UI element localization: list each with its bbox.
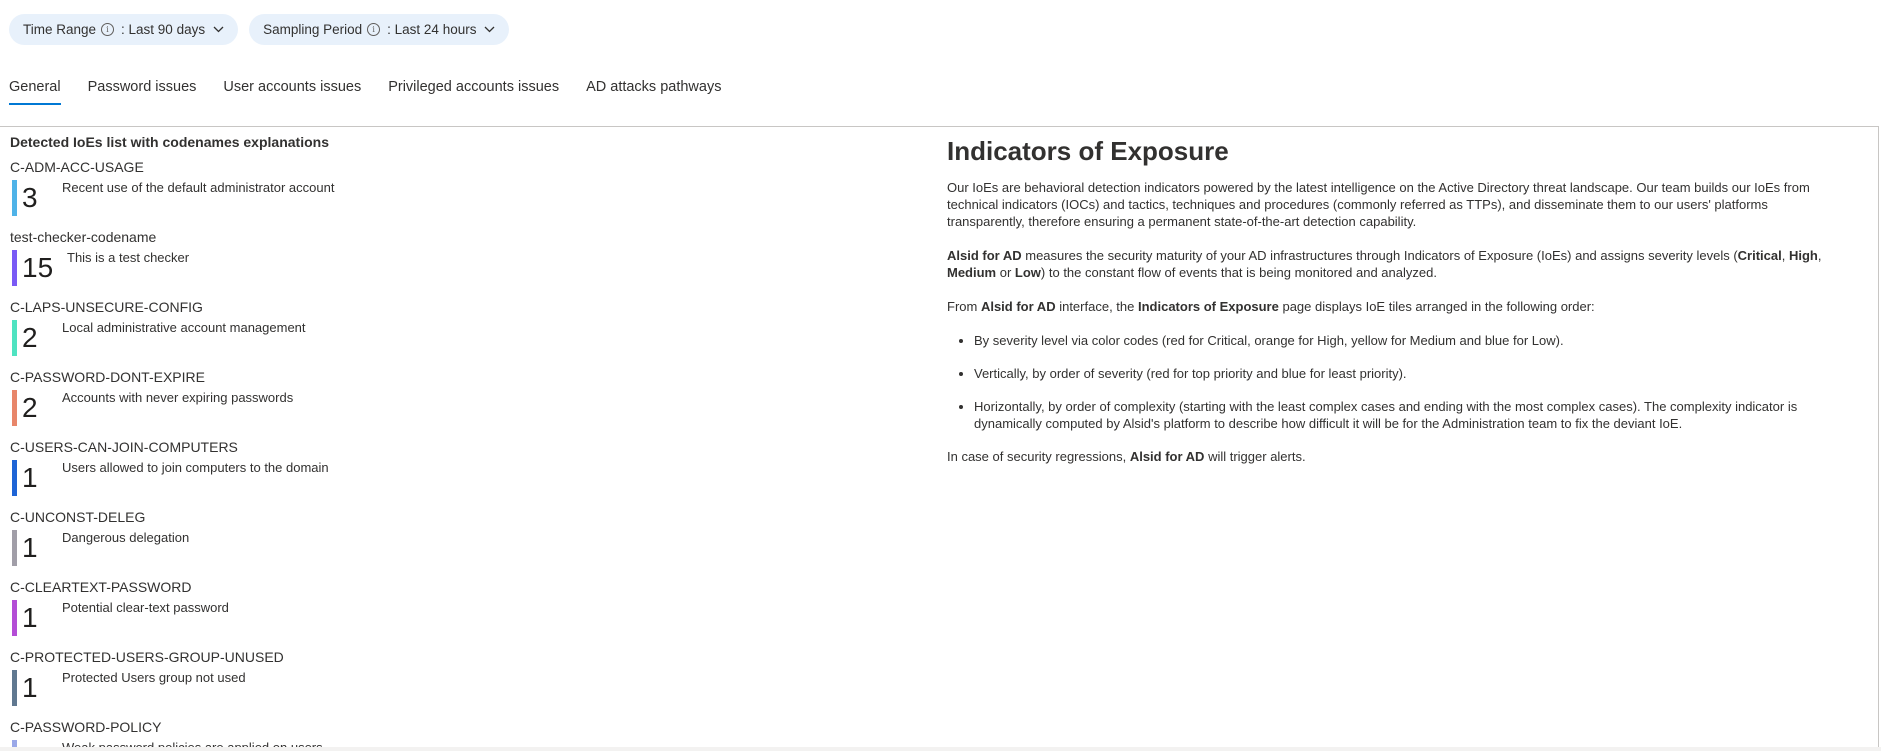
ioe-info: Indicators of Exposure Our IoEs are beha… [947,127,1847,482]
ioe-codename: C-PASSWORD-POLICY [10,719,162,735]
tab-password-issues[interactable]: Password issues [88,77,197,105]
ioe-codename: C-ADM-ACC-USAGE [10,159,144,175]
info-paragraph-1: Our IoEs are behavioral detection indica… [947,180,1810,229]
ioe-count: 15 [22,252,54,283]
ioe-count: 3 [22,182,38,213]
ioe-description: Users allowed to join computers to the d… [62,460,329,475]
severity-low: Low [1014,265,1041,280]
content-panel: Detected IoEs list with codenames explan… [0,126,1879,751]
ioe-codename: C-UNCONST-DELEG [10,509,146,525]
sampling-period-filter[interactable]: Sampling Period i : Last 24 hours [249,14,510,45]
tab-privileged-accounts-issues[interactable]: Privileged accounts issues [388,77,559,105]
ioe-item[interactable]: C-USERS-CAN-JOIN-COMPUTERS 1 Users allowed… [10,436,910,506]
bottom-scroll-track [0,747,1881,751]
ioe-count: 1 [22,672,38,703]
severity-color-bar [12,320,17,356]
sampling-period-value: : Last 24 hours [387,22,477,37]
severity-high: High [1788,248,1818,263]
ioe-item[interactable]: C-LAPS-UNSECURE-CONFIG 2 Local administrat… [10,296,910,366]
severity-color-bar [12,390,17,426]
ioe-item[interactable]: test-checker-codename 15 This is a test ch… [10,226,910,296]
ioe-item[interactable]: C-PASSWORD-DONT-EXPIRE 2 Accounts with nev… [10,366,910,436]
ioe-description: This is a test checker [67,250,190,265]
ioe-description: Accounts with never expiring passwords [62,390,294,405]
sampling-period-label: Sampling Period [263,22,363,37]
ioe-item[interactable]: C-PASSWORD-POLICY7Weak password policies… [10,716,910,751]
product-name: Alsid for AD [947,248,1022,263]
ioe-description: Dangerous delegation [62,530,190,545]
severity-color-bar [12,530,17,566]
info-bullet-list: By severity level via color codes (red f… [947,332,1847,432]
time-range-filter[interactable]: Time Range i : Last 90 days [9,14,239,45]
severity-color-bar [12,600,17,636]
bullet-item: Horizontally, by order of complexity (st… [974,398,1847,432]
ioe-codename: C-PASSWORD-DONT-EXPIRE [10,369,205,385]
ioe-items: C-ADM-ACC-USAGE 3 Recent use of the defaul… [10,156,910,751]
chevron-down-icon [213,26,224,33]
severity-critical: Critical [1737,248,1782,263]
ioe-list: Detected IoEs list with codenames explan… [10,130,910,751]
ioe-codename: C-CLEARTEXT-PASSWORD [10,579,192,595]
ioe-count: 1 [22,602,38,633]
tab-user-accounts-issues[interactable]: User accounts issues [223,77,361,105]
chevron-down-icon [484,26,495,33]
time-range-label: Time Range [23,22,97,37]
ioe-description: Protected Users group not used [62,670,246,685]
ioe-count: 2 [22,322,38,353]
severity-medium: Medium [947,265,997,280]
bullet-item: Vertically, by order of severity (red fo… [974,365,1847,382]
ioe-item[interactable]: C-UNCONST-DELEG 1 Dangerous delegation [10,506,910,576]
ioe-codename: C-USERS-CAN-JOIN-COMPUTERS [10,439,238,455]
ioe-description: Potential clear-text password [62,600,229,615]
info-paragraph-3: From Alsid for AD interface, the Indicat… [947,299,1595,314]
product-name: Alsid for AD [1129,449,1205,464]
ioe-codename: C-PROTECTED-USERS-GROUP-UNUSED [10,649,284,665]
ioe-item[interactable]: C-ADM-ACC-USAGE 3 Recent use of the defaul… [10,156,910,226]
filter-bar: Time Range i : Last 90 days Sampling Per… [9,14,510,45]
ioe-list-heading: Detected IoEs list with codenames explan… [10,134,329,150]
tab-general[interactable]: General [9,77,61,105]
product-name: Alsid for AD [980,299,1056,314]
severity-color-bar [12,460,17,496]
ioe-count: 1 [22,462,38,493]
info-icon: i [367,23,381,36]
time-range-value: : Last 90 days [121,22,206,37]
ioe-count: 2 [22,392,38,423]
tab-bar: General Password issues User accounts is… [9,77,748,105]
info-title: Indicators of Exposure [947,136,1229,166]
bullet-item: By severity level via color codes (red f… [974,332,1847,349]
info-paragraph-2: Alsid for AD measures the security matur… [947,248,1822,280]
tab-ad-attacks-pathways[interactable]: AD attacks pathways [586,77,721,105]
page-name: Indicators of Exposure [1137,299,1279,314]
ioe-codename: test-checker-codename [10,229,157,245]
info-icon: i [101,23,115,36]
info-paragraph-4: In case of security regressions, Alsid f… [947,449,1306,464]
severity-color-bar [12,250,17,286]
ioe-item[interactable]: C-PROTECTED-USERS-GROUP-UNUSED 1 Protected… [10,646,910,716]
ioe-description: Local administrative account management [62,320,306,335]
severity-color-bar [12,180,17,216]
severity-color-bar [12,670,17,706]
ioe-count: 1 [22,532,38,563]
ioe-codename: C-LAPS-UNSECURE-CONFIG [10,299,203,315]
ioe-item[interactable]: C-CLEARTEXT-PASSWORD 1 Potential clear-tex… [10,576,910,646]
ioe-description: Recent use of the default administrator … [62,180,335,195]
